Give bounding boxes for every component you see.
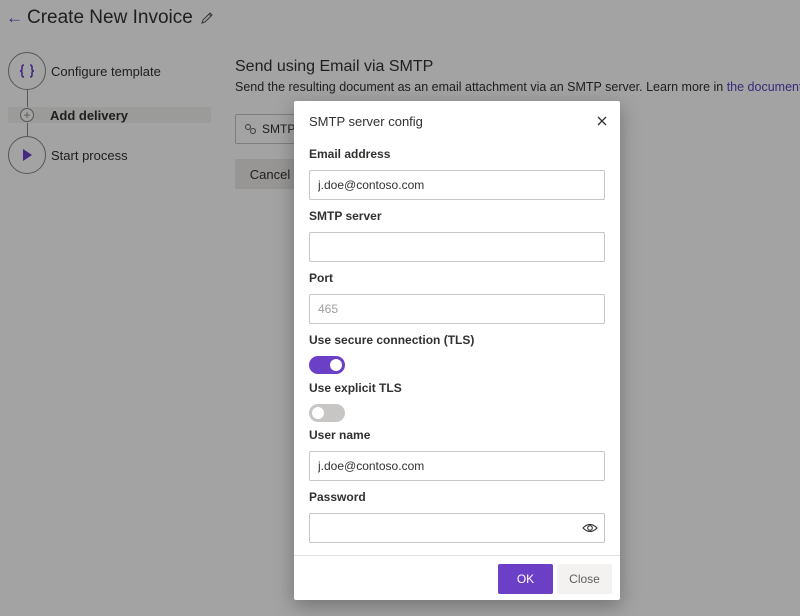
explicit-tls-label: Use explicit TLS	[309, 381, 402, 395]
dialog-body: Email address SMTP server Port Use secur…	[309, 143, 605, 553]
password-field-group: Password	[309, 490, 605, 543]
smtp-server-field-group: SMTP server	[309, 209, 605, 262]
username-label: User name	[309, 428, 371, 442]
email-input[interactable]	[309, 170, 605, 200]
dialog-title: SMTP server config	[309, 113, 423, 129]
username-input[interactable]	[309, 451, 605, 481]
smtp-server-input[interactable]	[309, 232, 605, 262]
password-label: Password	[309, 490, 366, 504]
tls-toggle[interactable]	[309, 356, 345, 374]
eye-icon[interactable]	[582, 521, 598, 535]
port-input[interactable]	[309, 294, 605, 324]
port-field-group: Port	[309, 271, 605, 324]
explicit-tls-toggle[interactable]	[309, 404, 345, 422]
close-button[interactable]: Close	[557, 564, 612, 594]
explicit-tls-field-group: Use explicit TLS	[309, 381, 605, 422]
smtp-server-label: SMTP server	[309, 209, 382, 223]
username-field-group: User name	[309, 428, 605, 481]
smtp-config-dialog: SMTP server config Email address SMTP se…	[294, 101, 620, 600]
password-input[interactable]	[309, 513, 605, 543]
tls-field-group: Use secure connection (TLS)	[309, 333, 605, 374]
toggle-knob	[330, 359, 342, 371]
port-label: Port	[309, 271, 333, 285]
email-field-group: Email address	[309, 147, 605, 200]
password-wrapper	[309, 513, 605, 543]
email-label: Email address	[309, 147, 391, 161]
dialog-header: SMTP server config	[309, 111, 609, 131]
close-icon[interactable]	[595, 114, 609, 128]
ok-button[interactable]: OK	[498, 564, 553, 594]
dialog-footer: OK Close	[294, 555, 620, 600]
tls-label: Use secure connection (TLS)	[309, 333, 475, 347]
toggle-knob	[312, 407, 324, 419]
